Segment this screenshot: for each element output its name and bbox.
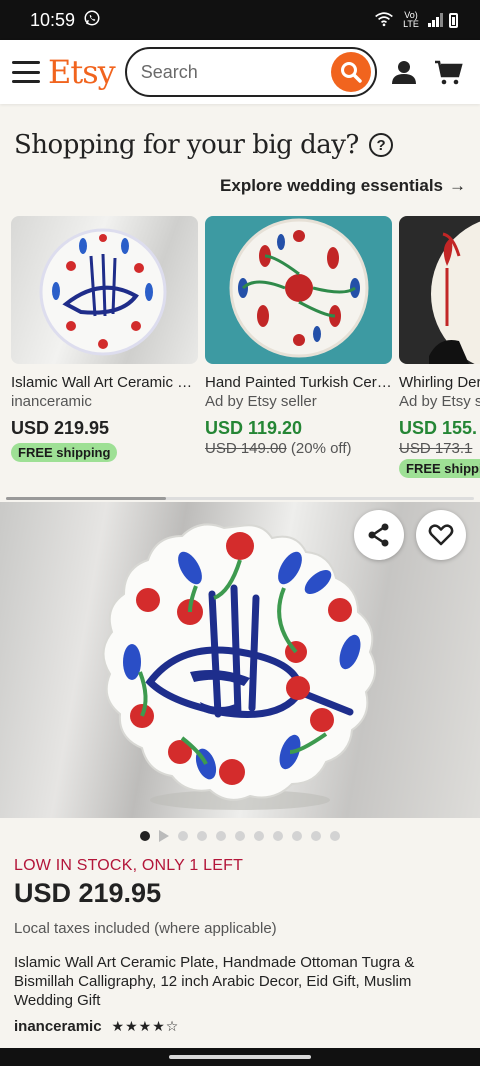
status-bar: 10:59 Vo) LTE [0,0,480,40]
listing-title: Islamic Wall Art Ceramic Plate, Handmade… [14,954,415,1009]
battery-icon [449,12,458,28]
explore-link-text: Explore wedding essentials [220,176,443,195]
image-pagination[interactable] [0,830,480,842]
pagination-dot[interactable] [292,831,302,841]
shop-row[interactable]: inanceramic ★★★★☆ [14,1018,179,1035]
menu-icon[interactable] [12,61,40,83]
help-icon[interactable]: ? [368,133,393,157]
star-rating: ★★★★☆ [111,1018,180,1034]
search-button[interactable] [330,52,371,92]
product-discount: (20% off) [290,440,352,457]
wifi-icon [374,11,394,30]
product-title[interactable]: Islamic Wall Art Ceramic Plate [11,374,198,391]
pagination-dot[interactable] [330,831,340,841]
wedding-section-title: Shopping for your big day? ? [14,130,393,160]
explore-wedding-link[interactable]: Explore wedding essentials → [220,176,466,196]
account-icon[interactable] [389,57,419,87]
status-right: Vo) LTE [374,11,458,30]
wedding-carousel[interactable]: Islamic Wall Art Ceramic Plate inanceram… [11,216,480,486]
heart-icon [428,524,454,546]
product-price: USD 155. [399,418,478,438]
product-image[interactable] [205,216,392,364]
arrow-right-icon: → [449,176,466,195]
cart-icon[interactable] [433,57,463,87]
home-handle[interactable] [169,1055,311,1059]
product-card[interactable]: Islamic Wall Art Ceramic Plate inanceram… [11,216,198,462]
video-play-icon[interactable] [159,830,169,842]
system-nav-bar [0,1048,480,1066]
scrollbar-thumb[interactable] [6,497,166,500]
pagination-dot[interactable] [273,831,283,841]
search-placeholder: Search [140,61,198,82]
free-shipping-badge: FREE shipping [399,459,480,478]
product-seller: inanceramic [11,393,92,410]
etsy-logo[interactable]: Etsy [48,53,116,91]
favorite-button[interactable] [416,510,466,560]
search-icon [340,62,362,83]
listing-price: USD 219.95 [14,878,162,908]
status-time: 10:59 [30,9,76,30]
product-image[interactable] [11,216,198,364]
product-seller: Ad by Etsy seller [205,393,317,410]
product-card[interactable]: Hand Painted Turkish Ceramic Plate Ad by… [205,216,392,457]
product-price: USD 219.95 [11,418,110,438]
product-old-price-row: USD 173.1 [399,440,480,457]
pagination-dot[interactable] [140,831,150,841]
product-old-price: USD 173.1 [399,440,473,457]
product-old-price-row: USD 149.00 (20% off) [205,440,392,457]
pagination-dot[interactable] [235,831,245,841]
product-title[interactable]: Whirling Dervish [399,374,480,391]
app-header: Etsy Search [0,40,480,104]
share-button[interactable] [354,510,404,560]
product-title[interactable]: Hand Painted Turkish Ceramic Plate [205,374,392,391]
whatsapp-icon [83,9,101,32]
tax-note: Local taxes included (where applicable) [14,920,277,937]
status-left: 10:59 [30,9,101,32]
shop-name[interactable]: inanceramic [14,1018,102,1035]
listing-image[interactable] [0,502,480,818]
carousel-scrollbar[interactable] [6,497,474,500]
share-icon [368,523,389,547]
pagination-dot[interactable] [178,831,188,841]
product-card[interactable]: Whirling Dervish Ad by Etsy seller USD 1… [399,216,480,478]
pagination-dot[interactable] [254,831,264,841]
product-image[interactable] [399,216,480,364]
search-input[interactable]: Search [124,47,377,97]
product-old-price: USD 149.00 [205,440,287,457]
stock-warning: LOW IN STOCK, ONLY 1 LEFT [14,857,244,874]
signal-icon [428,13,443,27]
pagination-dot[interactable] [216,831,226,841]
product-seller: Ad by Etsy seller [399,393,480,410]
pagination-dot[interactable] [197,831,207,841]
wedding-title-text: Shopping for your big day? [14,130,359,160]
network-label: Vo) LTE [403,10,419,29]
free-shipping-badge: FREE shipping [11,443,118,462]
pagination-dot[interactable] [311,831,321,841]
product-price: USD 119.20 [205,418,303,438]
